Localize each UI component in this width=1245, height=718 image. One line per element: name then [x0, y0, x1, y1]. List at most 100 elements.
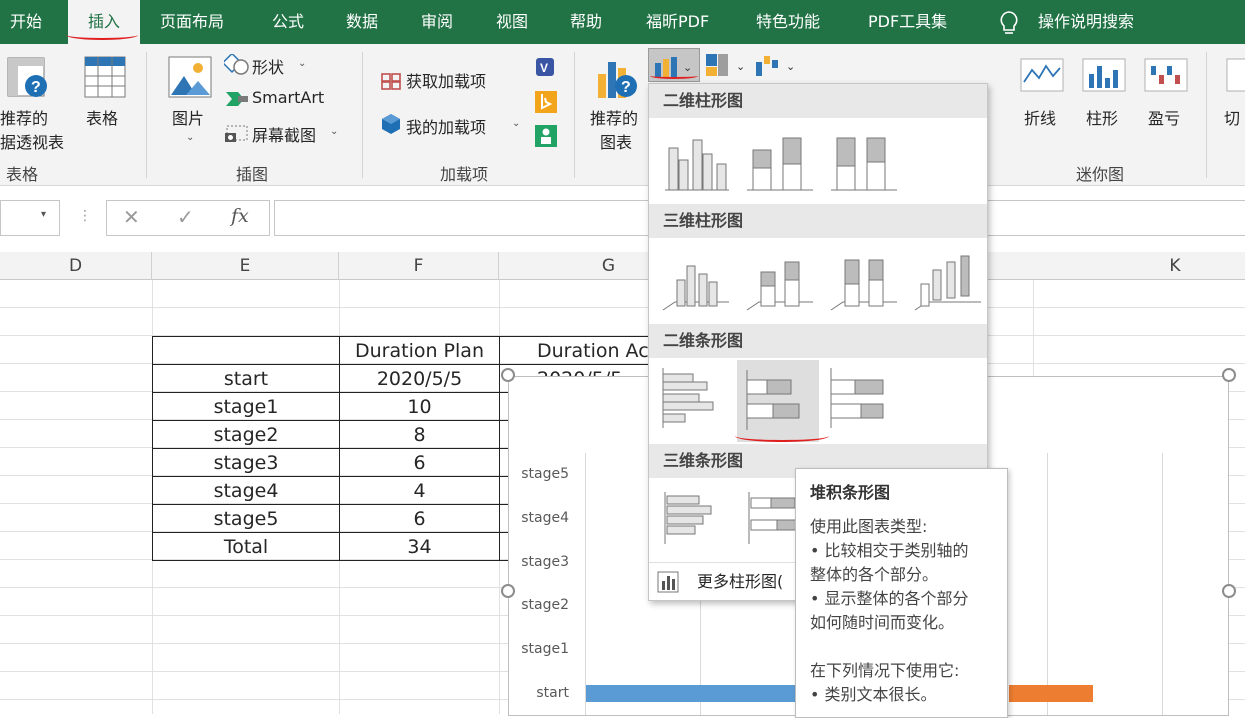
- table-header-cell[interactable]: Duration Ac: [499, 336, 650, 365]
- chart-resize-handle[interactable]: [1222, 584, 1236, 598]
- clustered-bar-icon[interactable]: [655, 360, 735, 440]
- recommended-charts-icon[interactable]: ?: [596, 56, 640, 102]
- chart-resize-handle[interactable]: [501, 368, 515, 382]
- red-annotation-underline: [66, 30, 138, 40]
- screenshot-dropdown-chevron-icon[interactable]: ⌄: [330, 126, 338, 137]
- recommended-charts-label-2[interactable]: 图表: [600, 129, 632, 153]
- 3d-column-icon[interactable]: [907, 244, 987, 324]
- 3d-stacked-column-icon[interactable]: [739, 244, 819, 324]
- picture-dropdown-chevron-icon[interactable]: ⌄: [186, 132, 194, 143]
- table-cell[interactable]: 6: [339, 504, 500, 533]
- table-cell[interactable]: stage5: [152, 504, 340, 533]
- table-cell[interactable]: 6: [339, 448, 500, 477]
- 3d-clustered-column-icon[interactable]: [655, 244, 735, 324]
- formula-bar-grip-icon[interactable]: ⋮: [78, 208, 92, 224]
- column-header-e[interactable]: E: [152, 252, 339, 280]
- 3d-clustered-bar-icon[interactable]: [655, 480, 735, 560]
- shapes-icon[interactable]: [224, 54, 250, 76]
- screenshot-icon[interactable]: [224, 122, 250, 144]
- 100-stacked-column-icon[interactable]: [823, 124, 903, 204]
- lightbulb-icon[interactable]: [998, 10, 1020, 36]
- get-addins-button[interactable]: 获取加载项: [406, 68, 486, 92]
- waterfall-chart-icon[interactable]: ⌄: [754, 52, 800, 80]
- table-icon[interactable]: [84, 56, 126, 98]
- table-cell[interactable]: stage1: [152, 392, 340, 421]
- name-box-chevron-icon[interactable]: ▾: [41, 209, 46, 220]
- shapes-button[interactable]: 形状: [252, 54, 284, 78]
- tab-special-features[interactable]: 特色功能: [756, 0, 820, 44]
- shapes-dropdown-chevron-icon[interactable]: ⌄: [298, 58, 306, 69]
- chart-category-label: start: [536, 685, 569, 701]
- picture-icon[interactable]: [168, 56, 212, 98]
- tab-data[interactable]: 数据: [346, 0, 378, 44]
- hierarchy-chart-icon[interactable]: ⌄: [704, 52, 748, 80]
- smartart-button[interactable]: SmartArt: [252, 88, 324, 107]
- column-header-d[interactable]: D: [0, 252, 152, 280]
- sparkline-column-icon[interactable]: [1082, 58, 1126, 92]
- store-icon[interactable]: [380, 68, 402, 90]
- table-button[interactable]: 表格: [86, 105, 118, 129]
- slicer-button[interactable]: 切: [1224, 105, 1240, 129]
- table-cell[interactable]: 10: [339, 392, 500, 421]
- insert-function-icon[interactable]: fx: [231, 205, 249, 227]
- visio-icon[interactable]: V: [534, 56, 558, 78]
- my-addins-dropdown-chevron-icon[interactable]: ⌄: [512, 118, 520, 129]
- clustered-column-icon[interactable]: [655, 124, 735, 204]
- group-separator: [574, 52, 575, 178]
- 3d-100-stacked-column-icon[interactable]: [823, 244, 903, 324]
- table-cell[interactable]: 34: [339, 532, 500, 561]
- chart-resize-handle[interactable]: [1222, 368, 1236, 382]
- tooltip-line: 使用此图表类型:: [810, 517, 928, 536]
- tab-tell-me-search[interactable]: 操作说明搜索: [1038, 0, 1134, 44]
- column-header-k[interactable]: K: [1105, 252, 1245, 280]
- sparkline-winloss-icon[interactable]: [1144, 58, 1188, 92]
- tab-home[interactable]: 开始: [10, 0, 42, 44]
- 100-stacked-bar-icon[interactable]: [823, 360, 903, 440]
- chart-resize-handle[interactable]: [501, 584, 515, 598]
- sparkline-line-button[interactable]: 折线: [1024, 105, 1056, 129]
- tab-review[interactable]: 审阅: [421, 0, 453, 44]
- chart-category-label: stage5: [521, 466, 569, 482]
- my-addins-icon[interactable]: [380, 112, 402, 136]
- chart-bar-start-series-2[interactable]: [1009, 685, 1093, 702]
- pivot-table-label-2[interactable]: 据透视表: [0, 129, 64, 153]
- tab-page-layout[interactable]: 页面布局: [160, 0, 224, 44]
- slicer-icon[interactable]: [1226, 58, 1245, 92]
- table-cell[interactable]: 8: [339, 420, 500, 449]
- recommended-charts-label-1[interactable]: 推荐的: [590, 105, 638, 129]
- name-box[interactable]: ▾: [0, 200, 60, 236]
- table-cell[interactable]: Total: [152, 532, 340, 561]
- group-separator: [146, 52, 147, 178]
- sparkline-winloss-button[interactable]: 盈亏: [1148, 105, 1180, 129]
- table-cell[interactable]: 4: [339, 476, 500, 505]
- stacked-column-icon[interactable]: [739, 124, 819, 204]
- tab-pdf-tools[interactable]: PDF工具集: [868, 0, 947, 44]
- table-cell[interactable]: stage3: [152, 448, 340, 477]
- table-cell[interactable]: start: [152, 364, 340, 393]
- bing-maps-icon[interactable]: [534, 90, 558, 114]
- people-graph-icon[interactable]: [534, 124, 558, 148]
- picture-button[interactable]: 图片: [172, 105, 204, 129]
- table-cell[interactable]: 2020/5/5: [339, 364, 500, 393]
- table-cell[interactable]: stage2: [152, 420, 340, 449]
- table-cell[interactable]: stage4: [152, 476, 340, 505]
- pivot-table-label-1[interactable]: 推荐的: [0, 105, 48, 129]
- sparkline-line-icon[interactable]: [1020, 58, 1064, 92]
- smartart-icon[interactable]: [224, 88, 250, 110]
- tab-view[interactable]: 视图: [496, 0, 528, 44]
- section-3d-column: 三维柱形图: [649, 204, 987, 238]
- tab-formulas[interactable]: 公式: [272, 0, 304, 44]
- screenshot-button[interactable]: 屏幕截图: [252, 122, 316, 146]
- sparkline-column-button[interactable]: 柱形: [1086, 105, 1118, 129]
- cancel-icon[interactable]: ✕: [123, 205, 140, 229]
- pivot-table-icon: ?: [7, 57, 47, 97]
- my-addins-button[interactable]: 我的加载项: [406, 114, 486, 138]
- column-header-f[interactable]: F: [339, 252, 499, 280]
- more-charts-label[interactable]: 更多柱形图(: [697, 563, 783, 601]
- tab-foxit-pdf[interactable]: 福昕PDF: [646, 0, 709, 44]
- tab-help[interactable]: 帮助: [570, 0, 602, 44]
- enter-icon[interactable]: ✓: [177, 205, 194, 229]
- table-header-cell[interactable]: Duration Plan: [339, 336, 500, 365]
- table-cell[interactable]: [152, 336, 340, 365]
- column-headers: D E F G K: [0, 252, 1245, 280]
